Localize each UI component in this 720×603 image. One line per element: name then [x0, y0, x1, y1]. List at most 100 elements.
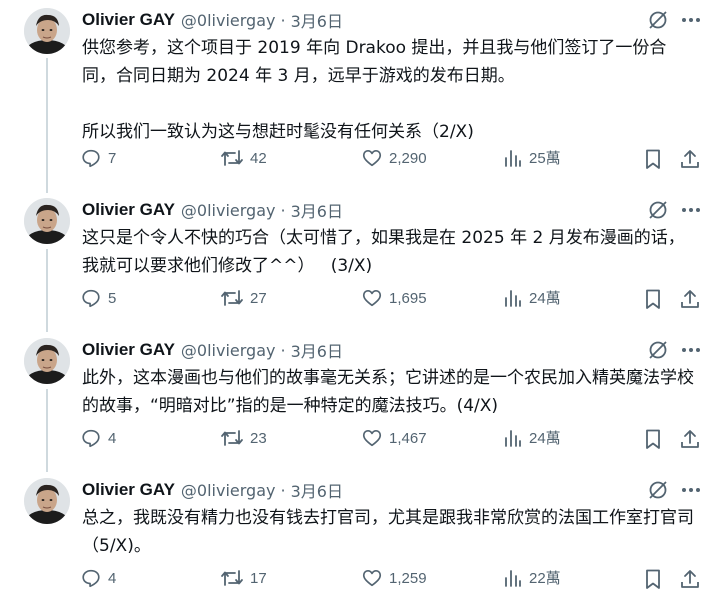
- author-handle[interactable]: @0liviergay: [181, 341, 276, 360]
- retweet-button[interactable]: 23: [220, 427, 267, 449]
- retweet-count: 17: [250, 569, 267, 587]
- like-count: 1,695: [389, 289, 427, 307]
- reply-button[interactable]: 4: [80, 567, 116, 589]
- retweet-button[interactable]: 27: [220, 287, 267, 309]
- reply-count: 4: [108, 569, 117, 587]
- grok-icon[interactable]: [646, 478, 670, 502]
- tweet-actions: 7 42 2,290 25萬: [0, 147, 720, 171]
- tweet-text-content: 此外，这本漫画也与他们的故事毫无关系；它讲述的是一个农民加入精英魔法学校的故事，…: [82, 368, 694, 416]
- like-count: 1,259: [389, 569, 427, 587]
- avatar[interactable]: [24, 338, 70, 384]
- tweet-date[interactable]: 3月6日: [291, 338, 343, 362]
- tweet[interactable]: Olivier GAY @0liviergay · 3月6日 总之，我既没有精力…: [0, 470, 720, 603]
- view-count: 22萬: [529, 570, 561, 587]
- tweet[interactable]: Olivier GAY @0liviergay · 3月6日 供您参考，这个项目…: [0, 0, 720, 190]
- like-button[interactable]: 1,467: [361, 427, 427, 449]
- grok-icon[interactable]: [646, 198, 670, 222]
- bookmark-icon[interactable]: [641, 287, 665, 311]
- reply-count: 5: [108, 289, 117, 307]
- grok-icon[interactable]: [646, 338, 670, 362]
- grok-icon[interactable]: [646, 8, 670, 32]
- author-handle[interactable]: @0liviergay: [181, 11, 276, 30]
- tweet-text: 此外，这本漫画也与他们的故事毫无关系；它讲述的是一个农民加入精英魔法学校的故事，…: [82, 364, 694, 420]
- avatar[interactable]: [24, 478, 70, 524]
- reply-icon: [82, 569, 100, 588]
- bookmark-icon[interactable]: [641, 427, 665, 451]
- retweet-button[interactable]: 17: [220, 567, 267, 589]
- reply-icon: [82, 149, 100, 168]
- author-name[interactable]: Olivier GAY: [82, 340, 175, 360]
- retweet-icon: [221, 290, 243, 306]
- views-icon: [505, 289, 521, 307]
- share-icon[interactable]: [678, 287, 702, 311]
- tweet-date[interactable]: 3月6日: [291, 8, 343, 32]
- tweet-header: Olivier GAY @0liviergay · 3月6日: [82, 339, 343, 361]
- retweet-count: 23: [250, 429, 267, 447]
- like-button[interactable]: 1,259: [361, 567, 427, 589]
- views-icon: [505, 429, 521, 447]
- views-icon: [505, 149, 521, 167]
- tweet-text-content: 总之，我既没有精力也没有钱去打官司，尤其是跟我非常欣赏的法国工作室打官司（5/X…: [82, 508, 694, 556]
- reply-icon: [82, 429, 100, 448]
- more-icon[interactable]: [680, 480, 702, 500]
- views-button[interactable]: 24萬: [503, 427, 561, 448]
- reply-button[interactable]: 5: [80, 287, 116, 309]
- retweet-icon: [221, 430, 243, 446]
- tweet-actions: 5 27 1,695 24萬: [0, 287, 720, 311]
- share-icon[interactable]: [678, 147, 702, 171]
- views-button[interactable]: 24萬: [503, 287, 561, 308]
- view-count: 24萬: [529, 430, 561, 447]
- tweet-date[interactable]: 3月6日: [291, 478, 343, 502]
- like-icon: [362, 570, 382, 587]
- views-button[interactable]: 25萬: [503, 147, 561, 168]
- view-count: 24萬: [529, 290, 561, 307]
- author-name[interactable]: Olivier GAY: [82, 200, 175, 220]
- reply-button[interactable]: 7: [80, 147, 116, 169]
- tweet[interactable]: Olivier GAY @0liviergay · 3月6日 这只是个令人不快的…: [0, 190, 720, 330]
- more-icon[interactable]: [680, 10, 702, 30]
- separator-dot: ·: [280, 340, 286, 360]
- tweet-date[interactable]: 3月6日: [291, 198, 343, 222]
- reply-count: 7: [108, 149, 117, 167]
- separator-dot: ·: [280, 10, 286, 30]
- author-handle[interactable]: @0liviergay: [181, 481, 276, 500]
- reply-icon: [82, 289, 100, 308]
- tweet-text: 总之，我既没有精力也没有钱去打官司，尤其是跟我非常欣赏的法国工作室打官司（5/X…: [82, 504, 694, 560]
- like-count: 2,290: [389, 149, 427, 167]
- tweet-header: Olivier GAY @0liviergay · 3月6日: [82, 9, 343, 31]
- views-button[interactable]: 22萬: [503, 567, 561, 588]
- views-icon: [505, 569, 521, 587]
- retweet-button[interactable]: 42: [220, 147, 267, 169]
- avatar[interactable]: [24, 198, 70, 244]
- share-icon[interactable]: [678, 567, 702, 591]
- tweet-header: Olivier GAY @0liviergay · 3月6日: [82, 479, 343, 501]
- tweet-actions: 4 17 1,259 22萬: [0, 567, 720, 591]
- view-count: 25萬: [529, 150, 561, 167]
- bookmark-icon[interactable]: [641, 147, 665, 171]
- retweet-count: 27: [250, 289, 267, 307]
- author-name[interactable]: Olivier GAY: [82, 480, 175, 500]
- like-count: 1,467: [389, 429, 427, 447]
- reply-count: 4: [108, 429, 117, 447]
- reply-button[interactable]: 4: [80, 427, 116, 449]
- like-icon: [362, 430, 382, 447]
- tweet-text-content: 这只是个令人不快的巧合（太可惜了，如果我是在 2025 年 2 月发布漫画的话，…: [82, 228, 685, 276]
- like-button[interactable]: 1,695: [361, 287, 427, 309]
- avatar[interactable]: [24, 8, 70, 54]
- tweet-actions: 4 23 1,467 24萬: [0, 427, 720, 451]
- tweet[interactable]: Olivier GAY @0liviergay · 3月6日 此外，这本漫画也与…: [0, 330, 720, 470]
- more-icon[interactable]: [680, 340, 702, 360]
- separator-dot: ·: [280, 200, 286, 220]
- author-handle[interactable]: @0liviergay: [181, 201, 276, 220]
- tweet-text-content: 供您参考，这个项目于 2019 年向 Drakoo 提出，并且我与他们签订了一份…: [82, 38, 667, 142]
- tweet-text: 供您参考，这个项目于 2019 年向 Drakoo 提出，并且我与他们签订了一份…: [82, 34, 694, 146]
- tweet-text: 这只是个令人不快的巧合（太可惜了，如果我是在 2025 年 2 月发布漫画的话，…: [82, 224, 694, 280]
- more-icon[interactable]: [680, 200, 702, 220]
- like-button[interactable]: 2,290: [361, 147, 427, 169]
- author-name[interactable]: Olivier GAY: [82, 10, 175, 30]
- like-icon: [362, 150, 382, 167]
- share-icon[interactable]: [678, 427, 702, 451]
- retweet-icon: [221, 570, 243, 586]
- bookmark-icon[interactable]: [641, 567, 665, 591]
- retweet-count: 42: [250, 149, 267, 167]
